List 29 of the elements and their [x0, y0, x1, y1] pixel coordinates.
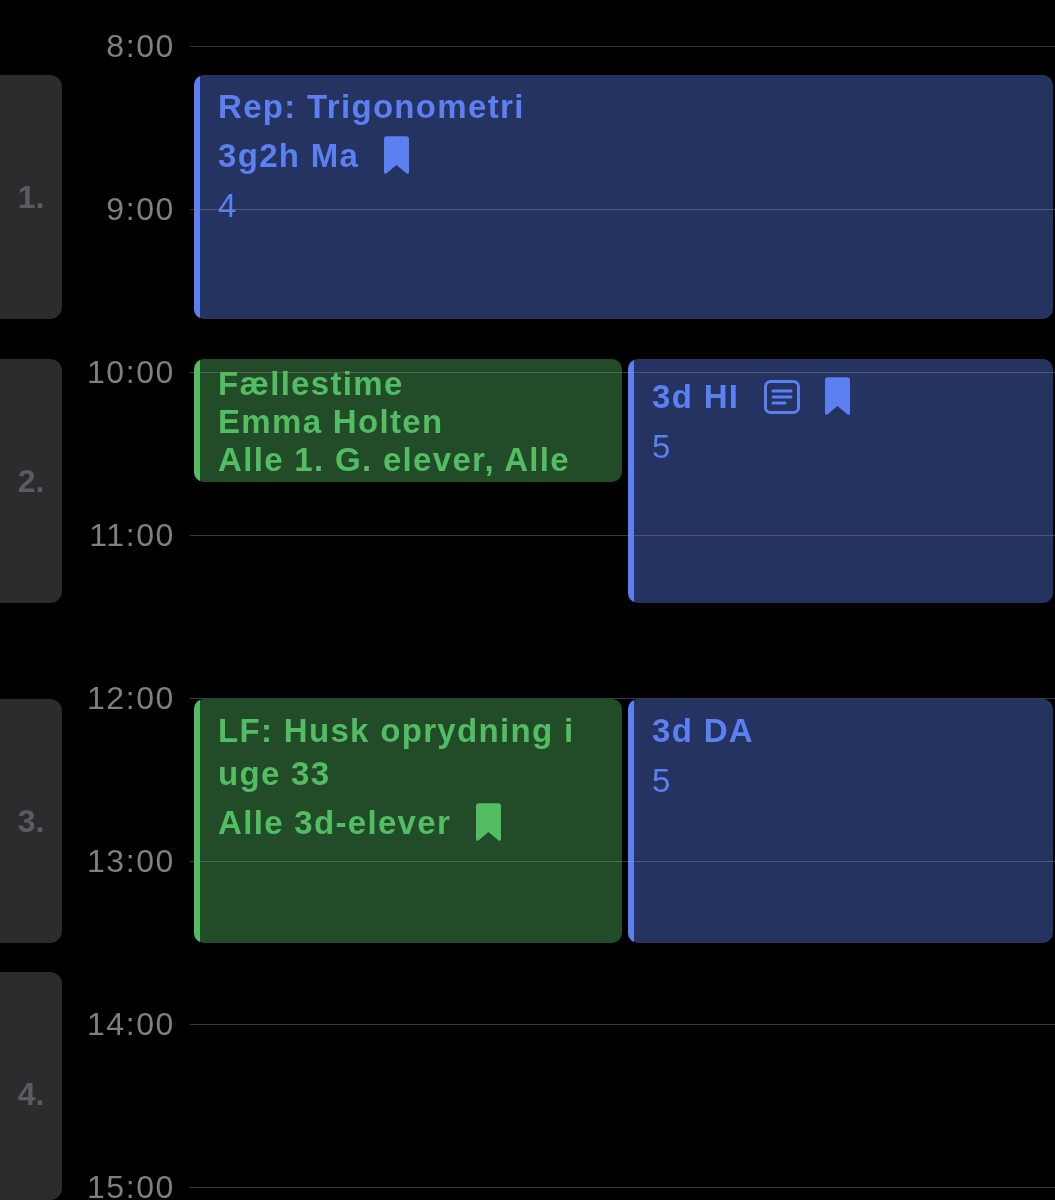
room-label: 5: [652, 761, 673, 801]
event-text: Rep: Trigonometri: [218, 87, 526, 127]
bookmark-icon: [476, 803, 502, 842]
room-label: 4: [218, 186, 239, 226]
bookmark-icon: [384, 136, 410, 175]
event-text: LF: Husk oprydning i uge 33: [218, 711, 576, 794]
event-text: Alle 3d-elever: [218, 803, 452, 843]
hour-label: 14:00: [85, 1011, 175, 1037]
hour-label: 12:00: [85, 685, 175, 711]
event-text: Alle 1. G. elever, Alle: [218, 441, 571, 479]
hour-label: 11:00: [88, 522, 175, 548]
hour-label: 8:00: [105, 33, 175, 59]
event-text: Fællestime: [218, 365, 405, 403]
note-icon: [764, 379, 801, 414]
event-text: Emma Holten: [218, 403, 445, 441]
event-card[interactable]: Rep: Trigonometri 3g2h Ma 4: [194, 75, 1053, 319]
bookmark-icon: [825, 377, 851, 416]
event-card[interactable]: 3d HI 5: [628, 359, 1053, 603]
hour-label: 13:00: [85, 848, 175, 874]
event-card[interactable]: Fællestime Emma Holten Alle 1. G. elever, Alle: [194, 359, 622, 482]
hour-label: 15:00: [85, 1174, 175, 1200]
hour-label: 9:00: [105, 196, 175, 222]
event-card[interactable]: 3d DA 5: [628, 699, 1053, 943]
event-text: 3d DA: [652, 711, 755, 751]
event-card[interactable]: LF: Husk oprydning i uge 33 Alle 3d-elever: [194, 699, 622, 943]
event-text: 3d HI: [652, 377, 740, 417]
room-label: 5: [652, 427, 673, 467]
event-text: 3g2h Ma: [218, 136, 360, 176]
hour-label: 10:00: [85, 359, 175, 385]
